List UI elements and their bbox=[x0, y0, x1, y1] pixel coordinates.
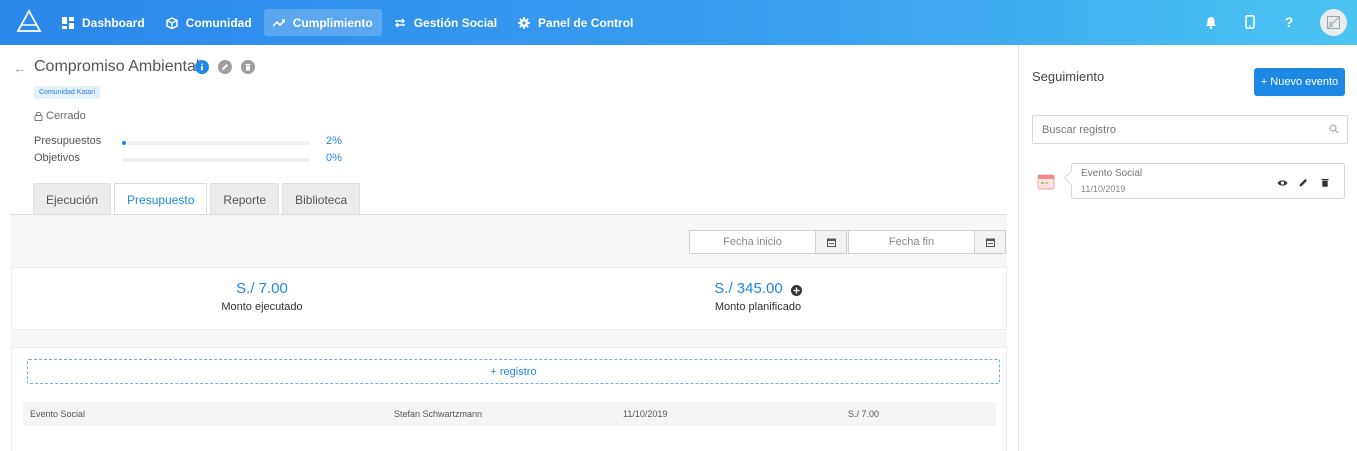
tab-presupuesto[interactable]: Presupuesto bbox=[114, 183, 208, 216]
nav-item-cumplimiento[interactable]: Cumplimiento bbox=[263, 9, 382, 36]
page-title: Compromiso Ambiental bbox=[34, 58, 200, 75]
tab-reporte[interactable]: Reporte bbox=[210, 183, 280, 215]
swap-icon bbox=[394, 17, 406, 29]
planned-amount: S./ 345.00 bbox=[714, 280, 783, 297]
event-card[interactable]: Evento Social 11/10/2019 bbox=[1071, 163, 1345, 199]
trending-up-icon bbox=[272, 17, 286, 29]
nav-item-dashboard[interactable]: Dashboard bbox=[53, 9, 154, 36]
delete-icon[interactable] bbox=[241, 60, 255, 74]
start-date-input[interactable]: Fecha inicio bbox=[689, 230, 816, 254]
progress-value-objetivos: 0% bbox=[326, 152, 342, 164]
sidebar-title: Seguimiento bbox=[1032, 69, 1105, 84]
event-name: Evento Social bbox=[1081, 168, 1143, 179]
tracking-sidebar: Seguimiento + Nuevo evento Buscar regist… bbox=[1018, 45, 1357, 451]
nav-label: Dashboard bbox=[82, 15, 145, 30]
records-section: + registro Evento Social Stefan Schwartz… bbox=[11, 347, 1007, 451]
main-content: ← Compromiso Ambiental Comunidad Katari … bbox=[0, 45, 1018, 451]
progress-label-presupuestos: Presupuestos bbox=[34, 135, 102, 147]
new-event-button[interactable]: + Nuevo evento bbox=[1254, 68, 1345, 96]
planned-amount-row: S./ 345.00 bbox=[668, 280, 848, 297]
planned-amount-block: S./ 345.00 Monto planificado bbox=[668, 280, 848, 313]
search-input[interactable]: Buscar registro bbox=[1032, 115, 1348, 144]
record-date: 11/10/2019 bbox=[623, 409, 668, 419]
budget-summary: S./ 7.00 Monto ejecutado S./ 345.00 Mont… bbox=[11, 267, 1007, 330]
search-placeholder: Buscar registro bbox=[1042, 123, 1116, 136]
cube-icon bbox=[165, 16, 178, 29]
date-filter: Fecha inicio Fecha fin bbox=[689, 230, 1007, 254]
progress-fill bbox=[122, 141, 126, 145]
nav-item-gestion-social[interactable]: Gestión Social bbox=[385, 9, 506, 36]
tab-bar: Ejecución Presupuesto Reporte Biblioteca bbox=[33, 183, 363, 216]
calendar-icon[interactable] bbox=[975, 230, 1006, 254]
edit-icon[interactable] bbox=[218, 60, 232, 74]
avatar[interactable] bbox=[1320, 8, 1347, 36]
help-icon[interactable]: ? bbox=[1281, 14, 1297, 30]
main-nav: Dashboard Comunidad Cumplimiento Gestión… bbox=[53, 9, 645, 36]
budget-panel: Fecha inicio Fecha fin S./ 7.00 Monto ej… bbox=[11, 215, 1007, 451]
event-date: 11/10/2019 bbox=[1081, 184, 1126, 194]
progress-label-objetivos: Objetivos bbox=[34, 152, 80, 164]
bell-icon[interactable] bbox=[1203, 14, 1219, 30]
calendar-icon[interactable] bbox=[816, 230, 847, 254]
nav-item-panel-de-control[interactable]: Panel de Control bbox=[509, 9, 642, 36]
calendar-event-icon bbox=[1037, 172, 1055, 190]
add-circle-icon[interactable] bbox=[790, 283, 802, 296]
nav-label: Gestión Social bbox=[413, 15, 498, 30]
status-label: Cerrado bbox=[46, 110, 86, 122]
mobile-icon[interactable] bbox=[1242, 14, 1258, 30]
record-user: Stefan Schwartzmann bbox=[394, 409, 483, 419]
tab-ejecucion[interactable]: Ejecución bbox=[33, 183, 112, 215]
progress-bar-objetivos bbox=[122, 158, 310, 162]
nav-label: Cumplimiento bbox=[292, 15, 373, 30]
search-icon bbox=[1329, 124, 1339, 137]
info-icon[interactable] bbox=[195, 60, 209, 74]
nav-item-comunidad[interactable]: Comunidad bbox=[157, 9, 261, 36]
project-status: Cerrado bbox=[34, 110, 86, 122]
top-navbar: Dashboard Comunidad Cumplimiento Gestión… bbox=[0, 0, 1357, 45]
lock-icon bbox=[34, 112, 43, 121]
nav-label: Comunidad bbox=[185, 15, 252, 30]
edit-icon[interactable] bbox=[1298, 177, 1309, 188]
table-row[interactable]: Evento Social Stefan Schwartzmann 11/10/… bbox=[23, 402, 996, 426]
tab-biblioteca[interactable]: Biblioteca bbox=[282, 183, 361, 215]
delete-icon[interactable] bbox=[1319, 177, 1330, 188]
record-amount: S./ 7.00 bbox=[848, 409, 880, 419]
gear-icon bbox=[518, 16, 531, 29]
dashboard-icon bbox=[62, 16, 74, 29]
progress-value-presupuestos: 2% bbox=[326, 135, 342, 147]
back-arrow-icon[interactable]: ← bbox=[13, 60, 27, 76]
end-date-input[interactable]: Fecha fin bbox=[848, 230, 975, 254]
add-record-button[interactable]: + registro bbox=[27, 359, 1000, 384]
executed-amount-block: S./ 7.00 Monto ejecutado bbox=[172, 280, 352, 313]
executed-amount: S./ 7.00 bbox=[236, 280, 288, 297]
executed-amount-label: Monto ejecutado bbox=[221, 301, 303, 313]
nav-label: Panel de Control bbox=[538, 15, 634, 30]
logo-icon[interactable] bbox=[16, 9, 42, 33]
progress-bar-presupuestos bbox=[122, 141, 310, 145]
community-tag: Comunidad Katari bbox=[34, 86, 101, 99]
planned-amount-label: Monto planificado bbox=[714, 301, 802, 313]
record-name: Evento Social bbox=[30, 409, 86, 419]
eye-icon[interactable] bbox=[1277, 177, 1288, 188]
